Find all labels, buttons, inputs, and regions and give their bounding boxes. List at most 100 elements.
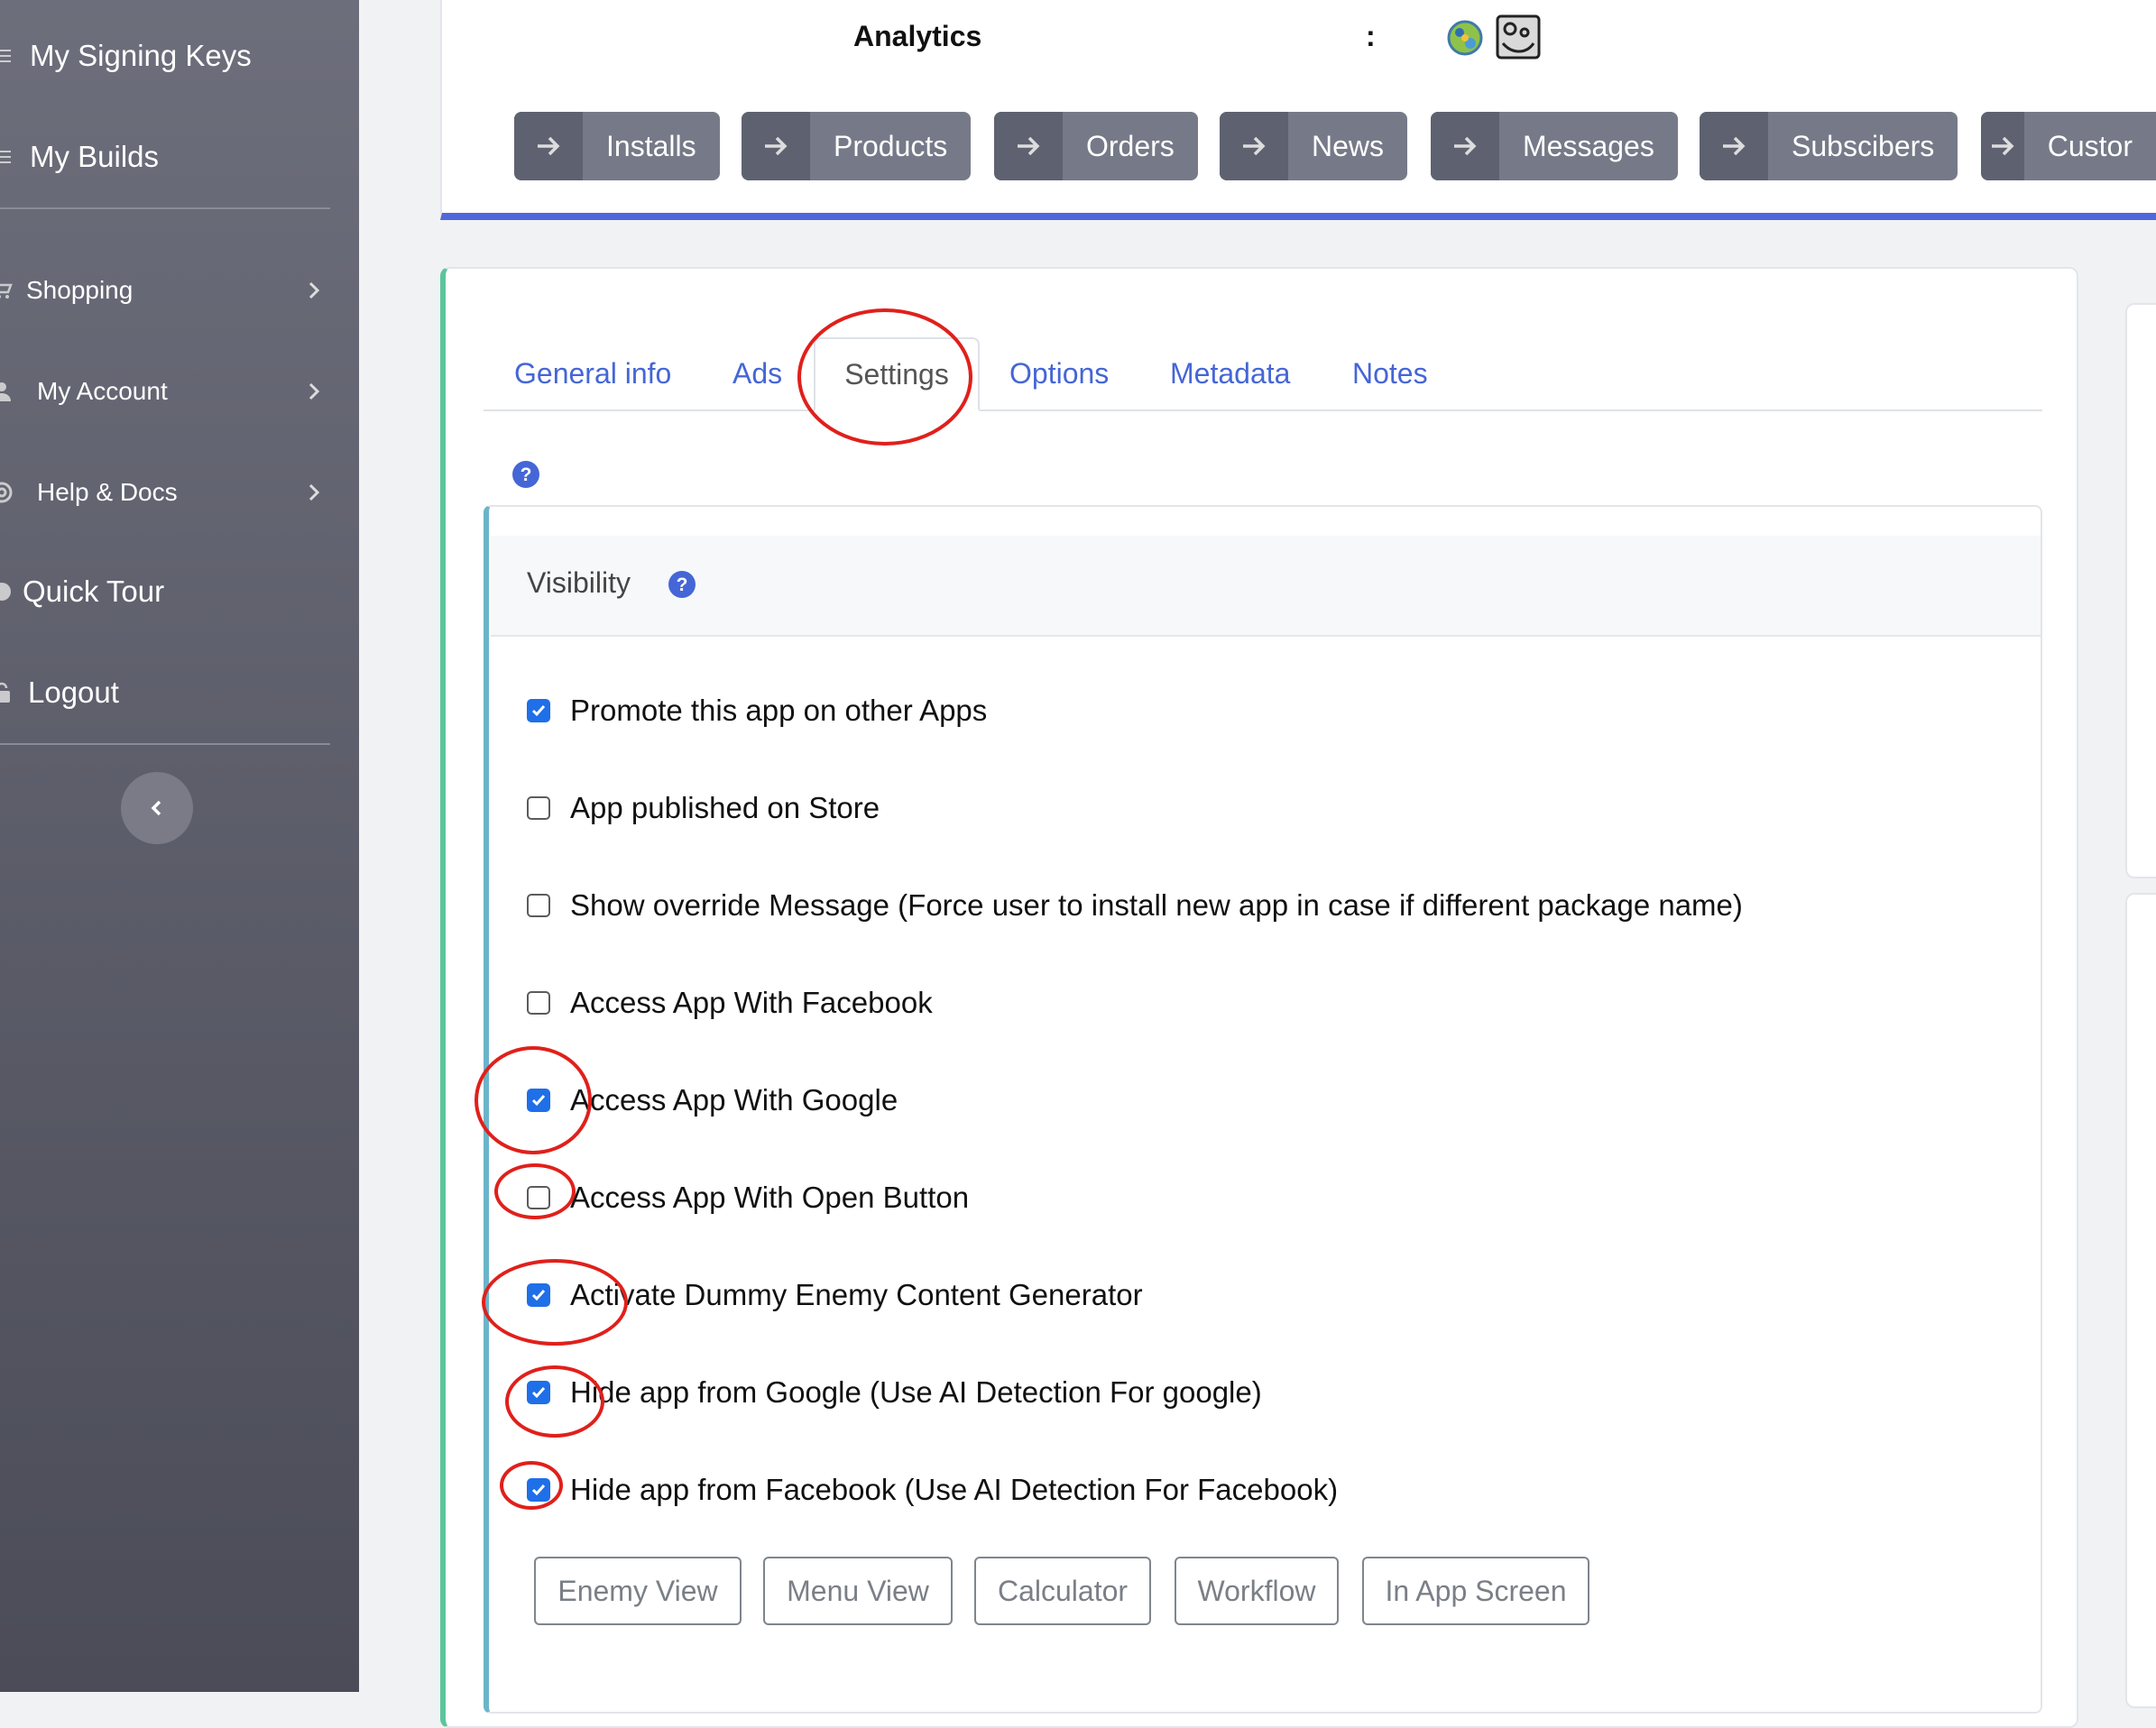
option-hide-from-facebook[interactable]: Hide app from Facebook (Use AI Detection… (527, 1472, 1338, 1508)
nav-button-label: Custor (2047, 129, 2133, 162)
svg-text:?: ? (677, 574, 688, 595)
sidebar-item-label: My Signing Keys (30, 39, 252, 72)
app-globe-icon[interactable] (1445, 18, 1485, 58)
app-header-card: Analytics : (440, 0, 2156, 220)
sidebar-item-my-account[interactable]: My Account (0, 373, 359, 409)
chevron-right-icon (309, 382, 320, 400)
nav-button-orders[interactable]: Orders (994, 112, 1198, 180)
sidebar-item-signing-keys[interactable]: My Signing Keys (0, 36, 359, 76)
arrow-right-icon (1243, 136, 1266, 156)
arrow-right-icon (1018, 136, 1040, 156)
sidebar-collapse-button[interactable] (121, 772, 193, 844)
nav-button-label: Messages (1523, 129, 1654, 162)
nav-button-customers[interactable]: Custor (1981, 112, 2156, 180)
sidebar-item-label: My Account (37, 377, 168, 405)
option-dummy-enemy-generator[interactable]: Activate Dummy Enemy Content Generator (527, 1277, 1143, 1313)
question-help-icon[interactable]: ? (511, 460, 540, 489)
nav-button-news[interactable]: News (1220, 112, 1408, 180)
checkmark-icon (531, 1484, 546, 1496)
enemy-view-button[interactable]: Enemy View (534, 1557, 742, 1625)
menu-view-button[interactable]: Menu View (763, 1557, 953, 1625)
list-icon (0, 50, 11, 62)
option-label: Hide app from Google (Use AI Detection F… (570, 1375, 1262, 1409)
tab-settings[interactable]: Settings (814, 337, 980, 411)
checkbox-unchecked[interactable] (527, 894, 550, 917)
option-app-published[interactable]: App published on Store (527, 790, 880, 826)
checkbox-checked[interactable] (527, 699, 550, 722)
option-access-google[interactable]: Access App With Google (527, 1082, 898, 1118)
option-label: App published on Store (570, 791, 880, 824)
sidebar-item-label: Quick Tour (23, 574, 165, 608)
sidebar-divider (0, 743, 330, 745)
option-access-open-button[interactable]: Access App With Open Button (527, 1180, 969, 1216)
circle-icon (0, 583, 11, 601)
nav-button-label: Installs (606, 129, 696, 162)
sidebar-divider (0, 207, 330, 209)
checkmark-icon (531, 1290, 546, 1301)
chevron-left-icon (151, 800, 161, 816)
sidebar-item-builds[interactable]: My Builds (0, 137, 359, 177)
calculator-button[interactable]: Calculator (974, 1557, 1151, 1625)
sidebar-item-shopping[interactable]: Shopping (0, 272, 359, 308)
option-promote-app[interactable]: Promote this app on other Apps (527, 693, 987, 729)
tab-notes[interactable]: Notes (1352, 337, 1428, 409)
lifebuoy-icon (0, 482, 13, 503)
nav-button-subscribers[interactable]: Subscibers (1700, 112, 1958, 180)
option-hide-from-google[interactable]: Hide app from Google (Use AI Detection F… (527, 1374, 1262, 1411)
svg-text:?: ? (521, 464, 532, 485)
option-label: Activate Dummy Enemy Content Generator (570, 1278, 1143, 1311)
arrow-right-icon (1991, 136, 2014, 156)
checkbox-unchecked[interactable] (527, 991, 550, 1015)
sidebar-item-label: Help & Docs (37, 478, 178, 506)
in-app-screen-button[interactable]: In App Screen (1362, 1557, 1589, 1625)
tab-ads[interactable]: Ads (732, 337, 782, 409)
nav-button-messages[interactable]: Messages (1431, 112, 1678, 180)
visibility-title: Visibility (527, 566, 631, 599)
tab-metadata[interactable]: Metadata (1170, 337, 1290, 409)
app-title-separator: : (1366, 20, 1376, 52)
workflow-button[interactable]: Workflow (1175, 1557, 1339, 1625)
checkbox-checked[interactable] (527, 1381, 550, 1404)
sidebar-item-label: Shopping (26, 276, 134, 304)
arrow-right-icon (538, 136, 560, 156)
sidebar-item-label: Logout (28, 676, 119, 709)
app-settings-icon[interactable] (1496, 14, 1541, 60)
sidebar-item-help-docs[interactable]: Help & Docs (0, 474, 359, 510)
option-access-facebook[interactable]: Access App With Facebook (527, 985, 933, 1021)
nav-button-installs[interactable]: Installs (514, 112, 720, 180)
option-label: Access App With Open Button (570, 1181, 970, 1214)
option-label: Promote this app on other Apps (570, 694, 988, 727)
checkbox-unchecked[interactable] (527, 796, 550, 820)
tab-bar: General info Ads Settings Options Metada… (484, 337, 2042, 411)
app-title: Analytics (853, 20, 982, 52)
option-override-message[interactable]: Show override Message (Force user to ins… (527, 887, 1743, 924)
arrow-right-icon (1723, 136, 1746, 156)
tab-general-info[interactable]: General info (514, 337, 671, 409)
user-icon (0, 382, 11, 401)
arrow-right-icon (765, 136, 788, 156)
checkbox-checked[interactable] (527, 1283, 550, 1307)
cart-icon (0, 283, 13, 299)
option-label: Show override Message (Force user to ins… (570, 888, 1743, 922)
checkbox-unchecked[interactable] (527, 1186, 550, 1209)
nav-button-label: Subscibers (1792, 129, 1935, 162)
option-label: Access App With Facebook (570, 986, 933, 1019)
list-icon (0, 151, 11, 163)
right-side-panel-lower (2125, 893, 2156, 1708)
visibility-section-header (491, 536, 2041, 637)
tab-options[interactable]: Options (1009, 337, 1109, 409)
checkmark-icon (531, 1387, 546, 1399)
lock-icon (0, 682, 10, 703)
checkbox-checked[interactable] (527, 1089, 550, 1112)
nav-button-label: Products (834, 129, 948, 162)
option-label: Hide app from Facebook (Use AI Detection… (570, 1473, 1339, 1506)
sidebar-item-quick-tour[interactable]: Quick Tour (0, 572, 359, 611)
question-help-icon[interactable]: ? (668, 570, 696, 599)
nav-button-label: News (1312, 129, 1385, 162)
checkbox-checked[interactable] (527, 1478, 550, 1502)
sidebar-item-logout[interactable]: Logout (0, 673, 359, 712)
nav-button-products[interactable]: Products (742, 112, 972, 180)
arrow-right-icon (1454, 136, 1477, 156)
sidebar-item-label: My Builds (30, 140, 160, 173)
checkmark-icon (531, 1095, 546, 1107)
